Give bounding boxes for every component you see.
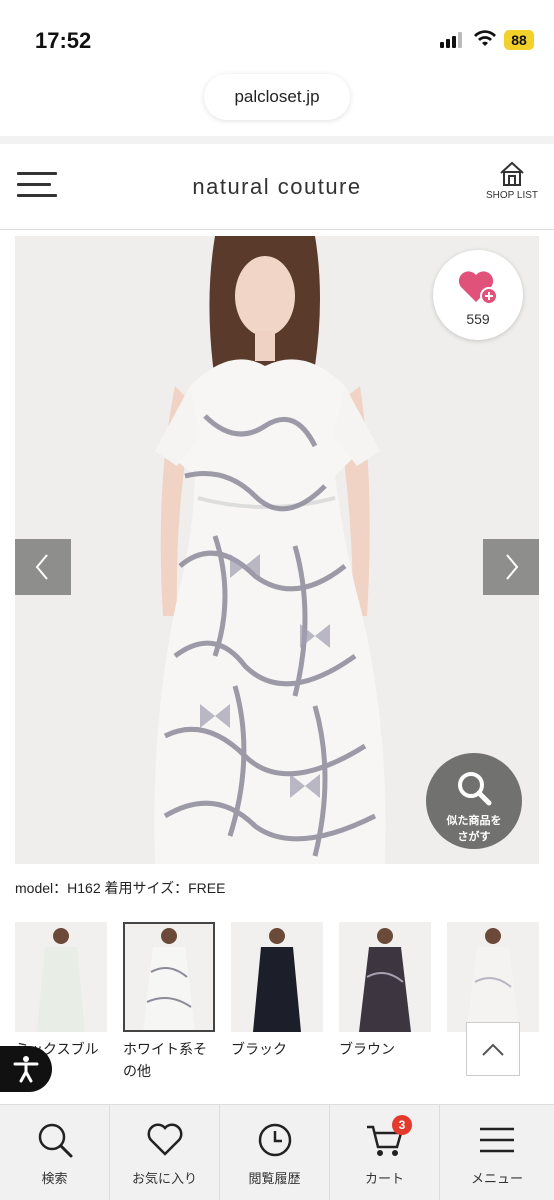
- heart-plus-icon: [458, 271, 498, 305]
- white-ribbon-dress-photo: [123, 922, 215, 1032]
- search-icon: [458, 772, 492, 806]
- heart-icon: [147, 1123, 182, 1156]
- nav-label: メニュー: [470, 1171, 523, 1186]
- find-similar-label-1: 似た商品を: [446, 815, 502, 827]
- search-icon: [38, 1123, 72, 1158]
- color-option[interactable]: ブラウン: [339, 922, 431, 1060]
- divider: [0, 136, 554, 144]
- next-image-button[interactable]: [483, 539, 539, 595]
- color-label: ブラック: [231, 1041, 287, 1057]
- url-bar[interactable]: palcloset.jp: [204, 74, 350, 120]
- favorite-count: 559: [466, 311, 490, 327]
- nav-history[interactable]: 閲覧履歴: [220, 1105, 330, 1200]
- color-option[interactable]: ブラック: [231, 922, 323, 1060]
- scroll-to-top-button[interactable]: [466, 1022, 520, 1076]
- mint-dress-photo: [15, 922, 107, 1032]
- chevron-left-icon: [35, 554, 48, 580]
- favorite-button[interactable]: 559: [433, 250, 523, 340]
- signal-icon: [440, 32, 464, 48]
- prev-image-button[interactable]: [15, 539, 71, 595]
- nav-menu[interactable]: メニュー: [440, 1105, 554, 1200]
- model-info: model：H162 着用サイズ：FREE: [15, 880, 226, 896]
- accessibility-icon: [13, 1056, 39, 1083]
- wifi-icon: [474, 30, 496, 46]
- accessibility-button[interactable]: [0, 1046, 52, 1092]
- chevron-right-icon: [506, 554, 519, 580]
- shop-list-label: SHOP LIST: [485, 190, 539, 201]
- status-time: 17:52: [35, 28, 92, 53]
- shop-list-button[interactable]: SHOP LIST: [484, 160, 540, 201]
- status-bar: 17:52 88: [0, 0, 554, 70]
- color-label: ホワイト系その他: [123, 1041, 207, 1079]
- site-header: natural couture SHOP LIST: [0, 144, 554, 230]
- menu-icon: [480, 1127, 514, 1153]
- nav-label: 検索: [41, 1171, 68, 1186]
- chevron-up-icon: [482, 1043, 504, 1056]
- nav-label: カート: [364, 1171, 404, 1186]
- nav-cart[interactable]: 3 カート: [330, 1105, 440, 1200]
- battery-indicator: 88: [504, 30, 534, 50]
- nav-label: お気に入り: [131, 1171, 197, 1186]
- nav-label: 閲覧履歴: [248, 1171, 301, 1186]
- nav-favorites[interactable]: お気に入り: [110, 1105, 220, 1200]
- black-dress-photo: [231, 922, 323, 1032]
- color-option-selected[interactable]: ホワイト系その他: [123, 922, 215, 1082]
- brand-logo[interactable]: natural couture: [0, 174, 554, 200]
- nav-search[interactable]: 検索: [0, 1105, 110, 1200]
- color-label: ブラウン: [339, 1041, 395, 1057]
- color-option[interactable]: ミックスブル: [15, 922, 107, 1060]
- brown-dress-photo: [339, 922, 431, 1032]
- color-option[interactable]: [447, 922, 539, 1038]
- find-similar-button[interactable]: 似た商品を さがす: [426, 753, 522, 849]
- cart-count-badge: 3: [392, 1115, 412, 1135]
- white-dress-photo: [447, 922, 539, 1032]
- store-icon: [500, 161, 524, 186]
- bottom-nav: 検索 お気に入り 閲覧履歴 3 カート メニュー: [0, 1104, 554, 1200]
- clock-icon: [258, 1123, 291, 1157]
- find-similar-label-2: さがす: [457, 831, 491, 843]
